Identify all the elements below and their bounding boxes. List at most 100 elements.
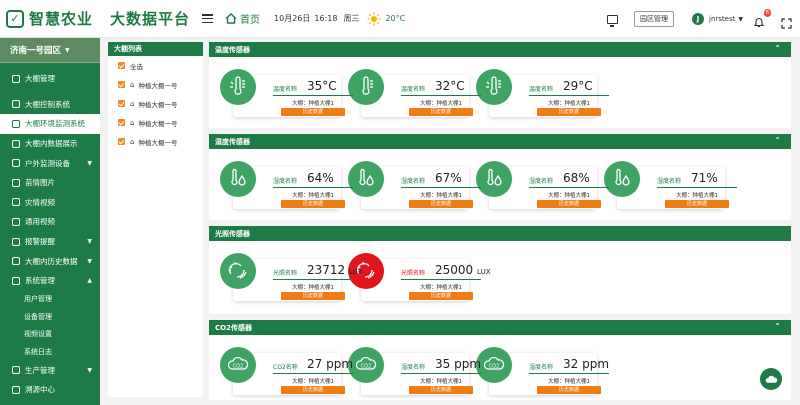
history-data-button[interactable]: 历史数据	[281, 386, 345, 394]
sensor-value: 67%	[435, 171, 462, 185]
section-header: CO2传感器 ⌃	[209, 320, 791, 335]
collapse-icon[interactable]: ⌃	[774, 322, 781, 331]
settings-icon	[12, 276, 20, 285]
cloud-icon[interactable]	[760, 368, 782, 390]
history-data-button[interactable]: 历史数据	[281, 292, 345, 300]
park-manage-button[interactable]: 园区管理	[634, 11, 675, 27]
logo-icon: ✓	[6, 9, 24, 28]
greenhouse-item-label: 种植大棚一号	[138, 138, 178, 147]
home-link[interactable]: 首页	[225, 11, 260, 26]
checkbox-icon	[118, 81, 125, 88]
sensor-name: 湿度名称	[529, 178, 554, 185]
sensor-value: 27 ppm	[307, 357, 354, 371]
co2-icon: CO2	[220, 347, 256, 383]
house-icon: ⌂	[130, 118, 135, 127]
history-data-button[interactable]: 历史数据	[409, 386, 473, 394]
greenhouse-item[interactable]: ⌂ 种植大棚一号	[108, 132, 203, 151]
park-selector[interactable]: 济南一号园区 ▼	[0, 38, 100, 63]
sidebar-item-env-monitor[interactable]: 大棚环境监测系统	[0, 114, 100, 134]
history-data-button[interactable]: 历史数据	[409, 200, 473, 208]
sidebar-item-label: 大棚控制系统	[25, 99, 70, 109]
sensor-card: 湿度名称 64% 大棚：种植大棚1 历史数据	[220, 161, 353, 209]
checkbox-icon	[118, 119, 125, 126]
sidebar-item-trace-center[interactable]: 溯源中心	[0, 380, 100, 400]
sidebar: 济南一号园区 ▼ 大棚管理 大棚控制系统 大棚环境监测系统 大棚内数据展示 户外…	[0, 38, 100, 405]
sidebar-item-control-system[interactable]: 大棚控制系统	[0, 95, 100, 115]
sidebar-item-label: 户外监测设备	[25, 158, 70, 168]
sensor-name: 湿度名称	[657, 178, 682, 185]
sidebar-item-alarm[interactable]: 报警提醒 ▼	[0, 232, 100, 252]
history-data-button[interactable]: 历史数据	[537, 200, 601, 208]
sensor-unit: LUX	[477, 268, 491, 276]
sidebar-item-general-video[interactable]: 通用视频	[0, 212, 100, 232]
sensor-name: 湿度名称	[401, 364, 426, 371]
fullscreen-icon[interactable]	[781, 14, 792, 29]
sensor-value: 23712 LUX	[307, 263, 363, 277]
menu-icon[interactable]	[202, 14, 214, 23]
chevron-down-icon: ▼	[87, 257, 92, 265]
device-icon	[12, 159, 20, 168]
select-all-label: 全选	[130, 62, 143, 71]
sidebar-item-greenhouse-manage[interactable]: 大棚管理	[0, 69, 100, 89]
greenhouse-label: 大棚：种植大棚1	[292, 193, 334, 199]
temperature-text: 20°C	[385, 14, 406, 23]
sidebar-item-history-data[interactable]: 大棚内历史数据 ▼	[0, 251, 100, 271]
monitor-icon[interactable]	[607, 14, 619, 27]
logo: ✓ 智慧农业	[0, 8, 104, 29]
sidebar-item-data-display[interactable]: 大棚内数据展示	[0, 134, 100, 154]
select-all-checkbox[interactable]: 全选	[108, 56, 203, 75]
monitor-icon	[12, 119, 20, 128]
sidebar-item-seedling-images[interactable]: 苗情图片	[0, 173, 100, 193]
sidebar-item-production[interactable]: 生产管理 ▼	[0, 361, 100, 381]
sidebar-sub-user-manage[interactable]: 用户管理	[0, 291, 100, 309]
avatar[interactable]: J	[692, 13, 705, 25]
history-data-button[interactable]: 历史数据	[537, 386, 601, 394]
section-title: 光照传感器	[215, 229, 250, 238]
history-data-button[interactable]: 历史数据	[409, 108, 473, 116]
chevron-down-icon: ▼	[87, 238, 92, 246]
greenhouse-item[interactable]: ⌂ 种植大棚一号	[108, 113, 203, 132]
history-data-button[interactable]: 历史数据	[281, 108, 345, 116]
history-data-button[interactable]: 历史数据	[665, 200, 729, 208]
greenhouse-item[interactable]: ⌂ 种植大棚一号	[108, 94, 203, 113]
top-bar: ✓ 智慧农业 大数据平台 首页 10月26日 16:18 周三 20°C 园区管…	[0, 0, 800, 38]
sidebar-item-outdoor-devices[interactable]: 户外监测设备 ▼	[0, 153, 100, 173]
house-icon: ⌂	[130, 99, 135, 108]
history-icon	[12, 257, 20, 266]
greenhouse-item[interactable]: ⌂ 种植大棚一号	[108, 75, 203, 94]
greenhouse-label: 大棚：种植大棚1	[420, 379, 462, 385]
sensor-name: CO2名称	[273, 364, 298, 371]
greenhouse-list-panel: 大棚列表 全选 ⌂ 种植大棚一号 ⌂ 种植大棚一号 ⌂ 种植大棚一号 ⌂ 种植大棚一号	[108, 42, 203, 397]
collapse-icon[interactable]: ⌃	[774, 136, 781, 145]
sidebar-item-system-manage[interactable]: 系统管理 ▲	[0, 271, 100, 291]
svg-text:CO2: CO2	[489, 364, 500, 370]
username[interactable]: jnrstest	[709, 15, 735, 23]
sensor-value: 64%	[307, 171, 334, 185]
sidebar-sub-device-manage[interactable]: 设备管理	[0, 308, 100, 326]
humidity-icon	[220, 161, 256, 197]
light-sensor-icon	[220, 253, 256, 289]
co2-icon: CO2	[348, 347, 384, 383]
sidebar-item-disaster-video[interactable]: 灾情视频	[0, 193, 100, 213]
history-data-button[interactable]: 历史数据	[409, 292, 473, 300]
chevron-down-icon: ▼	[87, 366, 92, 374]
greenhouse-label: 大棚：种植大棚1	[292, 101, 334, 107]
checkbox-icon	[118, 62, 125, 69]
production-icon	[12, 366, 20, 375]
chevron-down-icon[interactable]: ▼	[738, 16, 743, 23]
sidebar-item-label: 报警提醒	[25, 237, 55, 247]
logo-text: 智慧农业	[29, 10, 94, 28]
bell-icon[interactable]: 6	[753, 9, 771, 28]
history-data-button[interactable]: 历史数据	[281, 200, 345, 208]
control-icon	[12, 100, 20, 109]
collapse-icon[interactable]: ⌃	[774, 44, 781, 53]
sensor-card: 温度名称 32°C 大棚：种植大棚1 历史数据	[348, 69, 481, 117]
sensor-card: CO2 湿度名称 35 ppm 大棚：种植大棚1 历史数据	[348, 347, 481, 395]
sidebar-item-label: 系统管理	[25, 276, 55, 286]
history-data-button[interactable]: 历史数据	[537, 108, 601, 116]
greenhouse-label: 大棚：种植大棚1	[548, 101, 590, 107]
weekday-text: 周三	[343, 14, 360, 23]
sidebar-sub-video-settings[interactable]: 视频设置	[0, 326, 100, 344]
sensor-card-alert: 光照名称 25000 LUX 大棚：种植大棚1 历史数据	[348, 253, 491, 301]
sidebar-sub-system-log[interactable]: 系统日志	[0, 343, 100, 361]
